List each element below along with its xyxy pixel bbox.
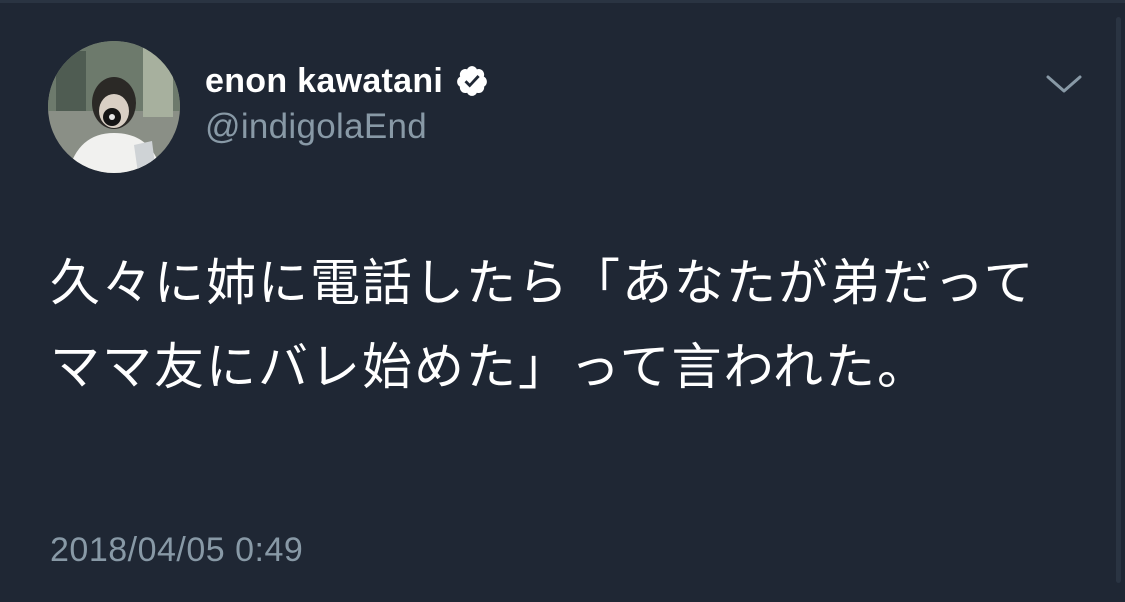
author-name-row: enon kawatani [205, 59, 489, 103]
display-name[interactable]: enon kawatani [205, 62, 443, 101]
tweet-text: 久々に姉に電話したら「あなたが弟だってママ友にバレ始めた」って言われた。 [50, 254, 1036, 396]
avatar[interactable] [48, 41, 180, 173]
tweet-card: enon kawatani @indigolaEnd 久々に姉に電話したら「あな… [0, 0, 1125, 602]
chevron-down-icon[interactable] [1044, 69, 1084, 99]
avatar-image [48, 41, 180, 173]
verified-badge-icon [455, 64, 489, 98]
tweet-timestamp[interactable]: 2018/04/05 0:49 [50, 531, 303, 570]
scrollbar[interactable] [1116, 17, 1121, 583]
user-handle[interactable]: @indigolaEnd [205, 107, 427, 147]
